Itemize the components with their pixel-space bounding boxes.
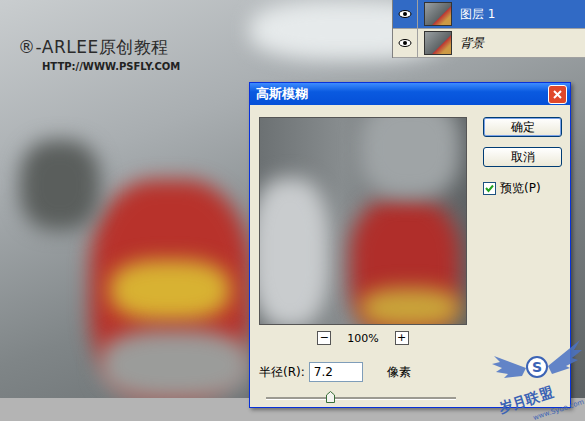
zoom-controls: − 100% +	[317, 331, 408, 345]
watermark-url: HTTP://WWW.PSFLY.COM	[18, 61, 180, 72]
close-button[interactable]	[548, 85, 567, 104]
cancel-button[interactable]: 取消	[483, 147, 562, 167]
close-icon	[553, 90, 562, 99]
visibility-toggle[interactable]	[393, 29, 418, 57]
watermark-title: ®-ARLEE原创教程	[18, 36, 180, 59]
preview-box[interactable]	[259, 117, 467, 325]
layer-row[interactable]: 背景	[393, 29, 585, 58]
preview-checkbox[interactable]	[483, 182, 496, 195]
zoom-level: 100%	[347, 332, 378, 345]
gaussian-blur-dialog: 高斯模糊 − 100% + 确定取消预览(P) 半径(R): 像素	[249, 82, 571, 408]
radius-input[interactable]	[309, 362, 363, 382]
watermark: ®-ARLEE原创教程 HTTP://WWW.PSFLY.COM	[18, 36, 180, 72]
title-bar: 高斯模糊	[250, 83, 570, 105]
site-logo: S岁月联盟www.Syue.com	[492, 336, 582, 418]
preview-label: 预览(P)	[500, 180, 541, 197]
layer-thumbnail	[424, 31, 452, 55]
zoom-in-button[interactable]: +	[395, 331, 409, 345]
logo-badge: S	[526, 356, 548, 378]
ok-button[interactable]: 确定	[483, 117, 562, 137]
eye-icon	[398, 38, 412, 48]
layer-name: 背景	[460, 35, 484, 52]
dialog-title: 高斯模糊	[256, 85, 308, 103]
zoom-out-button[interactable]: −	[317, 331, 331, 345]
radius-slider[interactable]	[266, 397, 456, 400]
radius-unit: 像素	[387, 364, 411, 381]
radius-label: 半径(R):	[259, 364, 305, 381]
check-icon	[485, 184, 494, 193]
layer-thumbnail	[424, 2, 452, 26]
layer-name: 图层 1	[460, 6, 495, 23]
radius-slider-fill	[266, 397, 331, 399]
layer-row[interactable]: 图层 1	[393, 0, 585, 29]
visibility-toggle[interactable]	[393, 0, 418, 28]
layers-panel: 图层 1 背景	[392, 0, 585, 58]
preview-option[interactable]: 预览(P)	[483, 180, 562, 197]
eye-icon	[398, 9, 412, 19]
slider-thumb-icon[interactable]	[326, 391, 335, 403]
